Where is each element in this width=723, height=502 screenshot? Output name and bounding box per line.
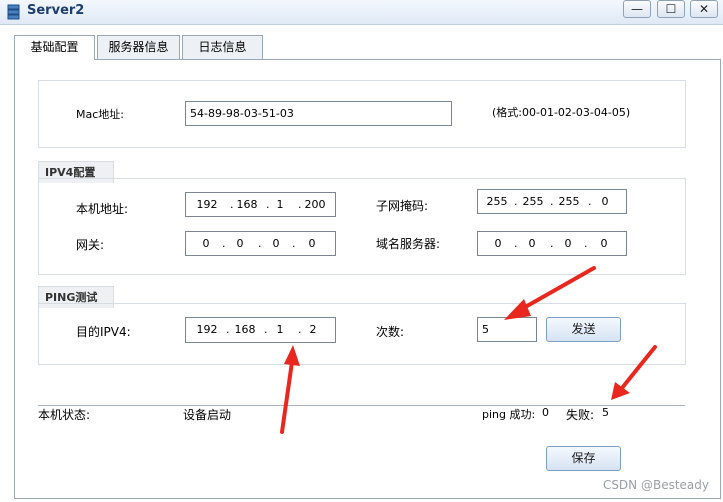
local-ip-octet-2[interactable]: 168 xyxy=(234,193,260,216)
ip-dot: . xyxy=(222,237,226,250)
maximize-button[interactable]: ☐ xyxy=(657,0,685,18)
ip-dot: . xyxy=(258,237,262,250)
subnet-mask-label: 子网掩码: xyxy=(376,199,429,213)
tab-server-info[interactable]: 服务器信息 xyxy=(97,35,180,59)
gateway-octet-1[interactable]: 0 xyxy=(196,232,216,255)
title-bar: Server2 — ☐ ✕ xyxy=(0,0,723,25)
device-status-label: 本机状态: xyxy=(38,408,91,422)
subnet-octet-1[interactable]: 255 xyxy=(484,190,510,213)
device-status-value: 设备启动 xyxy=(183,408,232,422)
mac-address-input[interactable]: 54-89-98-03-51-03 xyxy=(185,101,452,126)
gateway-octet-4[interactable]: 0 xyxy=(302,232,322,255)
ping-count-input[interactable]: 5 xyxy=(477,317,537,342)
dns-octet-1[interactable]: 0 xyxy=(488,232,508,255)
ip-dot: . xyxy=(550,237,554,250)
dns-octet-4[interactable]: 0 xyxy=(594,232,614,255)
subnet-octet-2[interactable]: 255 xyxy=(520,190,546,213)
gateway-label: 网关: xyxy=(76,238,105,252)
local-ip-label: 本机地址: xyxy=(76,202,129,216)
dns-octet-2[interactable]: 0 xyxy=(522,232,542,255)
dns-server-field[interactable]: 0 . 0 . 0 . 0 xyxy=(477,231,627,256)
ping-target-label: 目的IPV4: xyxy=(76,325,131,339)
ping-fail-label: 失败: xyxy=(566,408,595,422)
ip-dot: . xyxy=(226,323,230,336)
server-app-icon xyxy=(7,4,20,20)
local-ip-field[interactable]: 192 . 168 . 1 . 200 xyxy=(185,192,336,217)
local-ip-octet-1[interactable]: 192 xyxy=(194,193,220,216)
send-button[interactable]: 发送 xyxy=(546,317,621,342)
window-title: Server2 xyxy=(27,3,85,18)
ip-dot: . xyxy=(264,323,268,336)
ip-dot: . xyxy=(550,195,554,208)
ping-target-field[interactable]: 192 . 168 . 1 . 2 xyxy=(185,317,336,343)
ip-dot: . xyxy=(588,195,592,208)
ping-success-count: 0 xyxy=(542,406,549,419)
ip-dot: . xyxy=(298,198,302,211)
ip-dot: . xyxy=(584,237,588,250)
ip-dot: . xyxy=(298,323,302,336)
close-button[interactable]: ✕ xyxy=(690,0,718,18)
ip-dot: . xyxy=(514,195,518,208)
dns-server-label: 域名服务器: xyxy=(376,237,441,251)
gateway-octet-2[interactable]: 0 xyxy=(230,232,250,255)
ip-dot: . xyxy=(266,198,270,211)
ping-target-octet-2[interactable]: 168 xyxy=(232,318,258,341)
tab-basic-config[interactable]: 基础配置 xyxy=(14,35,95,60)
gateway-octet-3[interactable]: 0 xyxy=(266,232,286,255)
ping-target-octet-3[interactable]: 1 xyxy=(270,318,290,341)
mac-format-hint: (格式:00-01-02-03-04-05) xyxy=(492,106,631,119)
subnet-octet-3[interactable]: 255 xyxy=(556,190,582,213)
mac-label: Mac地址: xyxy=(76,108,124,121)
subnet-octet-4[interactable]: 0 xyxy=(594,190,616,213)
watermark: CSDN @Besteady xyxy=(602,478,709,492)
subnet-mask-field[interactable]: 255 . 255 . 255 . 0 xyxy=(477,189,627,214)
ip-dot: . xyxy=(230,198,234,211)
ping-target-octet-4[interactable]: 2 xyxy=(306,318,320,341)
ping-target-octet-1[interactable]: 192 xyxy=(194,318,220,341)
local-ip-octet-3[interactable]: 1 xyxy=(270,193,290,216)
minimize-button[interactable]: — xyxy=(623,0,651,18)
gateway-field[interactable]: 0 . 0 . 0 . 0 xyxy=(185,231,336,256)
save-button[interactable]: 保存 xyxy=(546,446,621,471)
tab-log-info[interactable]: 日志信息 xyxy=(182,35,263,59)
ip-dot: . xyxy=(514,237,518,250)
ip-dot: . xyxy=(292,237,296,250)
ping-fail-count: 5 xyxy=(602,406,609,419)
ping-count-label: 次数: xyxy=(376,325,405,339)
local-ip-octet-4[interactable]: 200 xyxy=(302,193,328,216)
dns-octet-3[interactable]: 0 xyxy=(558,232,578,255)
ping-success-label: ping 成功: xyxy=(482,408,536,421)
